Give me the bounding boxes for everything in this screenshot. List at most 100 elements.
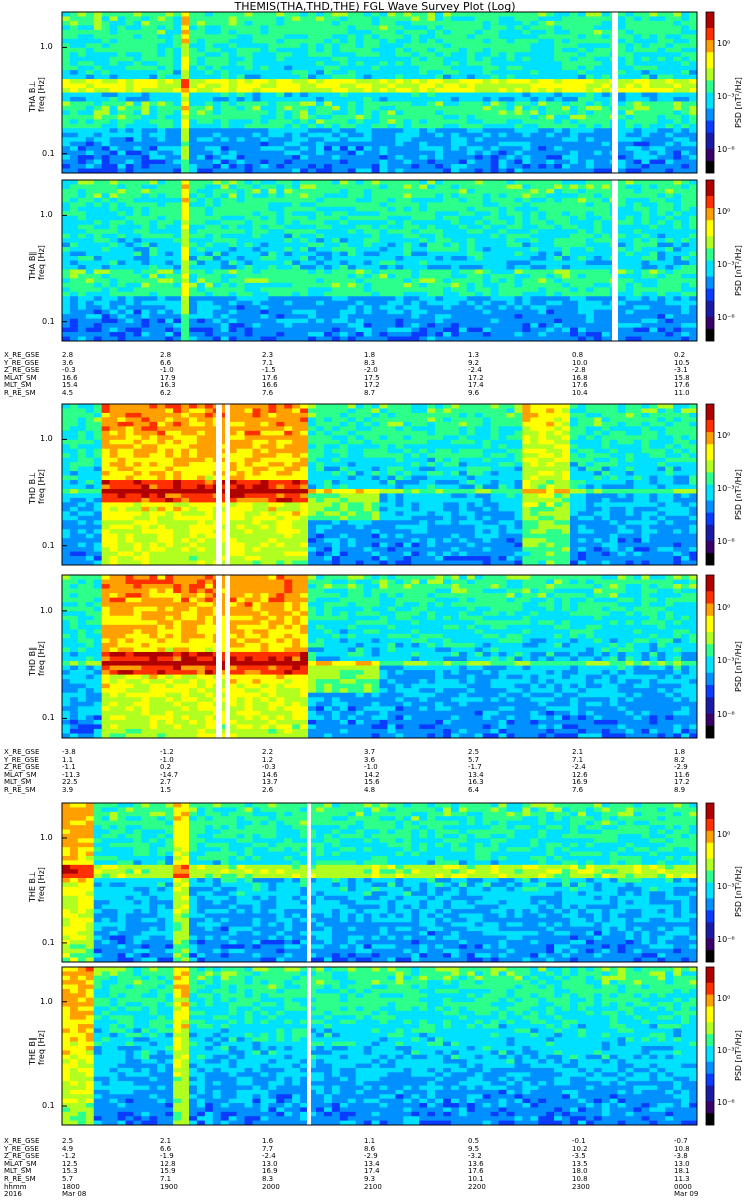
- spectrogram-cell: [165, 142, 173, 147]
- spectrogram-cell: [443, 124, 451, 129]
- spectrogram-cell: [395, 216, 403, 221]
- spectrogram-cell: [253, 164, 261, 169]
- spectrogram-cell: [260, 160, 268, 165]
- spectrogram-cell: [419, 243, 427, 248]
- spectrogram-cell: [372, 66, 380, 71]
- spectrogram-cell: [570, 84, 578, 89]
- spectrogram-cell: [229, 48, 237, 53]
- spectrogram-cell: [578, 101, 586, 106]
- spectrogram-cell: [403, 66, 411, 71]
- spectrogram-cell: [245, 115, 253, 120]
- spectrogram-cell: [126, 256, 134, 261]
- spectrogram-cell: [189, 66, 197, 71]
- spectrogram-cell: [602, 124, 610, 129]
- spectrogram-cell: [78, 193, 86, 198]
- spectrogram-cell: [451, 48, 459, 53]
- spectrogram-cell: [649, 93, 657, 98]
- spectrogram-cell: [689, 160, 697, 165]
- spectrogram-cell: [324, 48, 332, 53]
- spectrogram-cell: [173, 229, 181, 234]
- spectrogram-cell: [70, 133, 78, 138]
- spectrogram-cell: [467, 115, 475, 120]
- spectrogram-cell: [189, 247, 197, 252]
- spectrogram-cell: [475, 256, 483, 261]
- spectrogram-cell: [372, 296, 380, 301]
- spectrogram-cell: [126, 274, 134, 279]
- spectrogram-cell: [141, 332, 149, 337]
- spectrogram-cell: [316, 184, 324, 189]
- colorbar-segment: [706, 68, 714, 72]
- spectrogram-cell: [102, 137, 110, 142]
- spectrogram-cell: [364, 34, 372, 39]
- spectrogram-cell: [491, 252, 499, 257]
- spectrogram-cell: [268, 292, 276, 297]
- spectrogram-cell: [110, 323, 118, 328]
- spectrogram-cell: [229, 238, 237, 243]
- spectrogram-cell: [237, 16, 245, 21]
- spectrogram-cell: [268, 115, 276, 120]
- spectrogram-cell: [641, 142, 649, 147]
- spectrogram-cell: [118, 220, 126, 225]
- spectrogram-cell: [253, 115, 261, 120]
- spectrogram-cell: [395, 155, 403, 160]
- spectrogram-cell: [356, 211, 364, 216]
- spectrogram-cell: [522, 88, 530, 93]
- spectrogram-cell: [641, 106, 649, 111]
- spectrogram-cell: [197, 234, 205, 239]
- spectrogram-cell: [126, 220, 134, 225]
- spectrogram-cell: [292, 328, 300, 333]
- spectrogram-cell: [173, 12, 181, 17]
- spectrogram-cell: [443, 48, 451, 53]
- spectrogram-cell: [332, 164, 340, 169]
- spectrogram-cell: [634, 97, 642, 102]
- spectrogram-cell: [443, 319, 451, 324]
- spectrogram-cell: [316, 21, 324, 26]
- spectrogram-cell: [276, 115, 284, 120]
- spectrogram-cell: [86, 146, 94, 151]
- spectrogram-cell: [213, 160, 221, 165]
- spectrogram-cell: [530, 48, 538, 53]
- spectrogram-cell: [475, 301, 483, 306]
- spectrogram-cell: [443, 93, 451, 98]
- spectrogram-cell: [483, 301, 491, 306]
- spectrogram-cell: [324, 269, 332, 274]
- spectrogram-cell: [189, 296, 197, 301]
- spectrogram-cell: [181, 124, 189, 129]
- spectrogram-cell: [395, 323, 403, 328]
- spectrogram-cell: [78, 119, 86, 124]
- spectrogram-cell: [197, 261, 205, 266]
- spectrogram-cell: [554, 84, 562, 89]
- spectrogram-cell: [332, 256, 340, 261]
- spectrogram-cell: [546, 137, 554, 142]
- spectrogram-cell: [483, 216, 491, 221]
- spectrogram-cell: [499, 106, 507, 111]
- spectrogram-cell: [411, 97, 419, 102]
- spectrogram-cell: [403, 314, 411, 319]
- spectrogram-cell: [102, 84, 110, 89]
- spectrogram-cell: [427, 142, 435, 147]
- spectrogram-cell: [435, 48, 443, 53]
- spectrogram-cell: [673, 66, 681, 71]
- spectrogram-cell: [276, 97, 284, 102]
- spectrogram-cell: [284, 238, 292, 243]
- spectrogram-cell: [276, 30, 284, 35]
- spectrogram-cell: [94, 287, 102, 292]
- spectrogram-cell: [380, 193, 388, 198]
- spectrogram-cell: [189, 70, 197, 75]
- spectrogram-cell: [340, 229, 348, 234]
- colorbar-segment: [706, 88, 714, 92]
- spectrogram-cell: [70, 252, 78, 257]
- spectrogram-cell: [395, 88, 403, 93]
- spectrogram-cell: [141, 202, 149, 207]
- spectrogram-cell: [316, 30, 324, 35]
- spectrogram-cell: [530, 155, 538, 160]
- spectrogram-cell: [411, 66, 419, 71]
- spectrogram-cell: [141, 184, 149, 189]
- spectrogram-cell: [427, 278, 435, 283]
- spectrogram-cell: [618, 84, 626, 89]
- spectrogram-cell: [451, 234, 459, 239]
- spectrogram-cell: [118, 106, 126, 111]
- spectrogram-cell: [507, 202, 515, 207]
- spectrogram-cell: [411, 119, 419, 124]
- spectrogram-cell: [380, 301, 388, 306]
